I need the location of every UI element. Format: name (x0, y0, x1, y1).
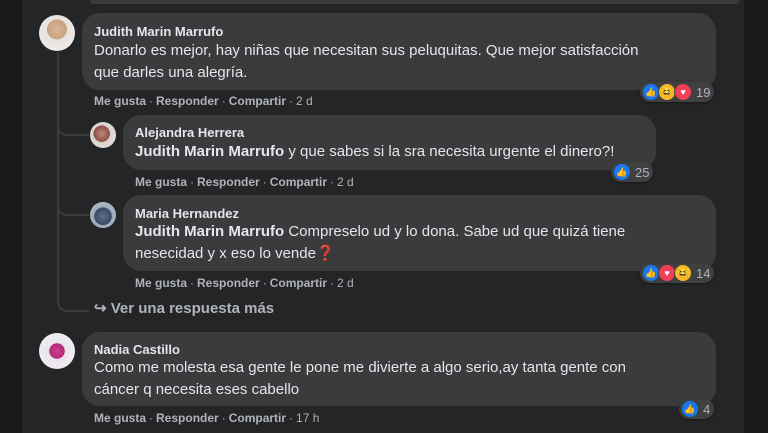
reaction-summary[interactable]: 👍 4 (679, 399, 715, 419)
share-button[interactable]: Compartir (270, 175, 327, 189)
reply-text-content: Compreselo ud y lo dona. Sabe ud que qui… (284, 223, 626, 240)
thread-connector (57, 190, 89, 216)
reply-text-content: y que sabes si la sra necesita urgente e… (284, 143, 615, 160)
comment-text-line: Donarlo es mejor, hay niñas que necesita… (94, 42, 639, 59)
separator: · (190, 175, 195, 189)
mention-link[interactable]: Judith Marin Marrufo (135, 143, 284, 160)
mention-link[interactable]: Judith Marin Marrufo (135, 223, 284, 240)
separator: · (330, 175, 335, 189)
reply-author[interactable]: Alejandra Herrera (135, 125, 244, 140)
share-button[interactable]: Compartir (270, 276, 327, 290)
reply-button[interactable]: Responder (197, 276, 260, 290)
reply-text: Judith Marin Marrufo y que sabes si la s… (135, 141, 614, 163)
comment-actions: Me gusta · Responder · Compartir · 2 d (94, 94, 313, 108)
comment-text-line: que darles una alegría. (94, 64, 248, 81)
avatar[interactable] (90, 122, 116, 148)
thread-line (57, 52, 59, 290)
like-button[interactable]: Me gusta (94, 411, 146, 425)
reaction-summary[interactable]: 👍 25 (611, 162, 654, 182)
reaction-count: 19 (696, 84, 711, 100)
reply-author[interactable]: Maria Hernandez (135, 206, 239, 221)
separator: · (289, 94, 294, 108)
thread-connector (57, 110, 89, 136)
thread-connector (57, 290, 89, 312)
like-icon: 👍 (613, 163, 631, 181)
like-button[interactable]: Me gusta (94, 94, 146, 108)
timestamp[interactable]: 2 d (337, 175, 354, 189)
reply-text-line: nesecidad y x eso lo vende❓ (135, 245, 335, 262)
share-button[interactable]: Compartir (229, 411, 286, 425)
separator: · (221, 94, 226, 108)
reaction-count: 14 (696, 265, 711, 281)
reaction-count: 4 (703, 401, 711, 417)
reply-text-line: Judith Marin Marrufo Compreselo ud y lo … (135, 221, 625, 243)
separator: · (262, 276, 267, 290)
avatar[interactable] (39, 333, 75, 369)
timestamp[interactable]: 2 d (296, 94, 313, 108)
comment-text-line: cáncer q necesita eses cabello (94, 381, 300, 398)
separator: · (221, 411, 226, 425)
avatar[interactable] (90, 202, 116, 228)
timestamp[interactable]: 2 d (337, 276, 354, 290)
avatar[interactable] (39, 15, 75, 51)
separator: · (289, 411, 294, 425)
share-button[interactable]: Compartir (229, 94, 286, 108)
timestamp[interactable]: 17 h (296, 411, 319, 425)
separator: · (190, 276, 195, 290)
view-more-replies-link[interactable]: ↪ Ver una respuesta más (94, 299, 274, 317)
separator: · (330, 276, 335, 290)
comment-actions: Me gusta · Responder · Compartir · 17 h (94, 411, 319, 425)
separator: · (149, 94, 154, 108)
haha-icon: 😆 (674, 264, 692, 282)
reaction-summary[interactable]: 👍 ♥ 😆 14 (640, 263, 715, 283)
like-icon: 👍 (681, 400, 699, 418)
reply-button[interactable]: Responder (197, 175, 260, 189)
comment-text-line: Como me molesta esa gente le pone me div… (94, 359, 626, 376)
reply-button[interactable]: Responder (156, 94, 219, 108)
separator: · (149, 411, 154, 425)
comment-author[interactable]: Judith Marin Marrufo (94, 24, 223, 39)
reaction-summary[interactable]: 👍 😆 ♥ 19 (640, 82, 715, 102)
reply-actions: Me gusta · Responder · Compartir · 2 d (135, 276, 354, 290)
reply-actions: Me gusta · Responder · Compartir · 2 d (135, 175, 354, 189)
comment-author[interactable]: Nadia Castillo (94, 342, 180, 357)
previous-comment-edge (90, 0, 740, 4)
like-button[interactable]: Me gusta (135, 276, 187, 290)
like-button[interactable]: Me gusta (135, 175, 187, 189)
separator: · (262, 175, 267, 189)
reaction-count: 25 (635, 164, 650, 180)
love-icon: ♥ (674, 83, 692, 101)
reply-button[interactable]: Responder (156, 411, 219, 425)
